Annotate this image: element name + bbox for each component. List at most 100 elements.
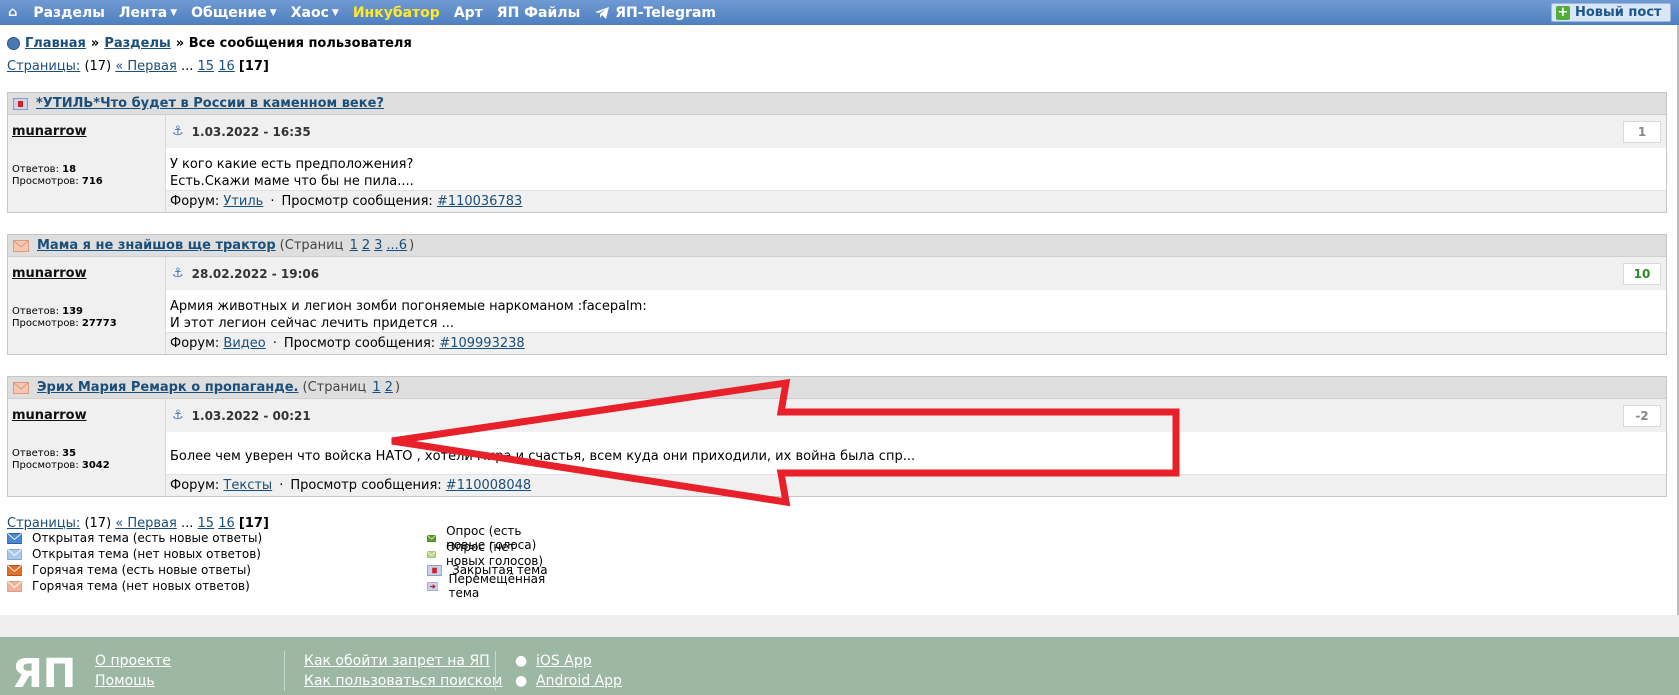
android-app-link[interactable]: Android App [536,673,622,689]
answers-count: 35 [62,448,77,459]
topic-page-link[interactable]: 2 [385,380,393,395]
post-text-line: И этот легион сейчас лечить придется ... [170,316,454,331]
home-icon[interactable]: ⌂ [8,5,17,20]
envelope-icon [7,532,22,544]
post-text-line: У кого какие есть предположения? [170,157,414,172]
forum-link[interactable]: Видео [223,336,265,351]
topic-title-link[interactable]: *УТИЛЬ*Что будет в России в каменном век… [36,96,384,111]
topic-page-link[interactable]: 3 [374,238,382,253]
answers-count: 139 [62,306,84,317]
author-link[interactable]: munarrow [12,266,87,281]
anchor-icon[interactable]: ⚓ [172,266,184,281]
forum-link[interactable]: Тексты [223,478,272,493]
nav-files[interactable]: ЯП Файлы [497,5,580,21]
post-footer: Форум: Утиль · Просмотр сообщения: #1100… [166,190,1666,212]
breadcrumb-home-link[interactable]: Главная [25,36,86,51]
page-15-link[interactable]: 15 [198,59,215,74]
svg-text:ЯП: ЯП [12,651,76,695]
pages-prefix: (Страниц [302,380,367,395]
pages-label-link[interactable]: Страницы: [7,59,80,74]
poll-envelope-icon [427,534,437,542]
current-page: [17] [238,516,269,531]
post-id-link[interactable]: #109993238 [439,336,524,351]
legend-item: Перемещённая тема [427,572,549,600]
legend-label: Горячая тема (нет новых ответов) [32,579,250,593]
post-footer: Форум: Тексты · Просмотр сообщения: #110… [166,474,1666,496]
topic-page-link[interactable]: ...6 [386,238,407,253]
page-15-link[interactable]: 15 [198,516,215,531]
topic-title-link[interactable]: Эрих Мария Ремарк о пропаганде. [37,380,299,395]
post-id-link[interactable]: #110036783 [437,194,522,209]
topic-legend: Открытая тема (есть новые ответы) Открыт… [7,524,548,600]
post-header: ⚓ 28.02.2022 - 19:06 10 [166,257,1666,290]
nav-feed[interactable]: Лента ▼ [119,5,177,21]
legend-item: Открытая тема (нет новых ответов) [7,546,262,562]
topic-block: *УТИЛЬ*Что будет в России в каменном век… [7,92,1667,213]
post-id-link[interactable]: #110008048 [446,478,531,493]
post-rating[interactable]: 10 [1623,263,1661,285]
nav-label: Арт [453,4,483,21]
anchor-icon[interactable]: ⚓ [172,124,184,139]
nav-sections[interactable]: Разделы [33,5,105,21]
topic-header: *УТИЛЬ*Что будет в России в каменном век… [8,93,1666,115]
post-text: У кого какие есть предположения? Есть.Ск… [166,148,1666,190]
about-link[interactable]: О проекте [95,653,171,669]
topic-page-link[interactable]: 2 [362,238,370,253]
topic-block: Мама я не знайшов ще трактор (Страниц 12… [7,234,1667,355]
post-header: ⚓ 1.03.2022 - 16:35 1 [166,115,1666,148]
first-page-link[interactable]: « Первая [115,516,177,531]
topic-pages: (Страниц 1 2) [303,380,401,395]
envelope-icon [7,548,22,560]
topic-block: Эрих Мария Ремарк о пропаганде. (Страниц… [7,376,1667,497]
anchor-icon[interactable]: ⚓ [172,408,184,423]
new-post-button[interactable]: + Новый пост [1551,3,1671,22]
forum-label: Форум: [170,478,220,493]
forum-label: Форум: [170,336,220,351]
hot-topic-envelope-icon [13,381,29,394]
nav-label: Хаос [290,4,329,21]
chevron-down-icon: ▼ [170,7,178,18]
author-link[interactable]: munarrow [12,408,87,423]
post-text-line: Более чем уверен что войска НАТО , хотел… [170,449,916,464]
post-text: Более чем уверен что войска НАТО , хотел… [166,432,1666,474]
topic-header: Мама я не знайшов ще трактор (Страниц 12… [8,235,1666,257]
legend-label: Открытая тема (нет новых ответов) [32,547,261,561]
nav-label: ЯП-Telegram [615,4,716,21]
bypass-block-link[interactable]: Как обойти запрет на ЯП [304,653,490,669]
views-count: 27773 [81,318,117,329]
nav-label: Общение [191,4,267,21]
page-16-link[interactable]: 16 [218,516,235,531]
legend-item: Опрос (нет новых голосов) [427,540,549,568]
first-page-link[interactable]: « Первая [115,59,177,74]
envelope-icon [7,580,22,592]
breadcrumb: Главная » Разделы » Все сообщения пользо… [7,36,412,51]
telegram-icon [595,6,610,19]
author-column: munarrow Ответов: 139 Просмотров: 27773 [8,257,166,354]
footer-divider [495,651,496,691]
footer-spacer [0,615,1679,637]
author-link[interactable]: munarrow [12,124,87,139]
search-help-link[interactable]: Как пользоваться поиском [304,673,502,689]
ios-app-link[interactable]: iOS App [536,653,592,669]
closed-topic-icon [13,97,28,110]
nav-chaos[interactable]: Хаос ▼ [291,5,339,21]
topic-page-link[interactable]: 1 [350,238,358,253]
nav-telegram[interactable]: ЯП-Telegram [594,5,716,21]
separator-dot: · [270,194,275,209]
topic-header: Эрих Мария Ремарк о пропаганде. (Страниц… [8,377,1666,399]
topic-title-link[interactable]: Мама я не знайшов ще трактор [37,238,276,253]
author-column: munarrow Ответов: 18 Просмотров: 716 [8,115,166,212]
pages-label-link[interactable]: Страницы: [7,516,80,531]
help-link[interactable]: Помощь [95,673,155,689]
nav-incubator[interactable]: Инкубатор [353,5,440,21]
topic-page-link[interactable]: 1 [372,380,380,395]
breadcrumb-sections-link[interactable]: Разделы [104,36,170,51]
page-16-link[interactable]: 16 [218,59,235,74]
post-rating[interactable]: -2 [1623,405,1661,427]
forum-link[interactable]: Утиль [223,194,263,209]
post-text-line: Есть.Скажи маме что бы не пила.... [170,174,414,189]
nav-art[interactable]: Арт [454,5,483,21]
author-stats: Ответов: 139 Просмотров: 27773 [12,290,165,332]
nav-communication[interactable]: Общение ▼ [191,5,277,21]
post-rating[interactable]: 1 [1623,121,1661,143]
